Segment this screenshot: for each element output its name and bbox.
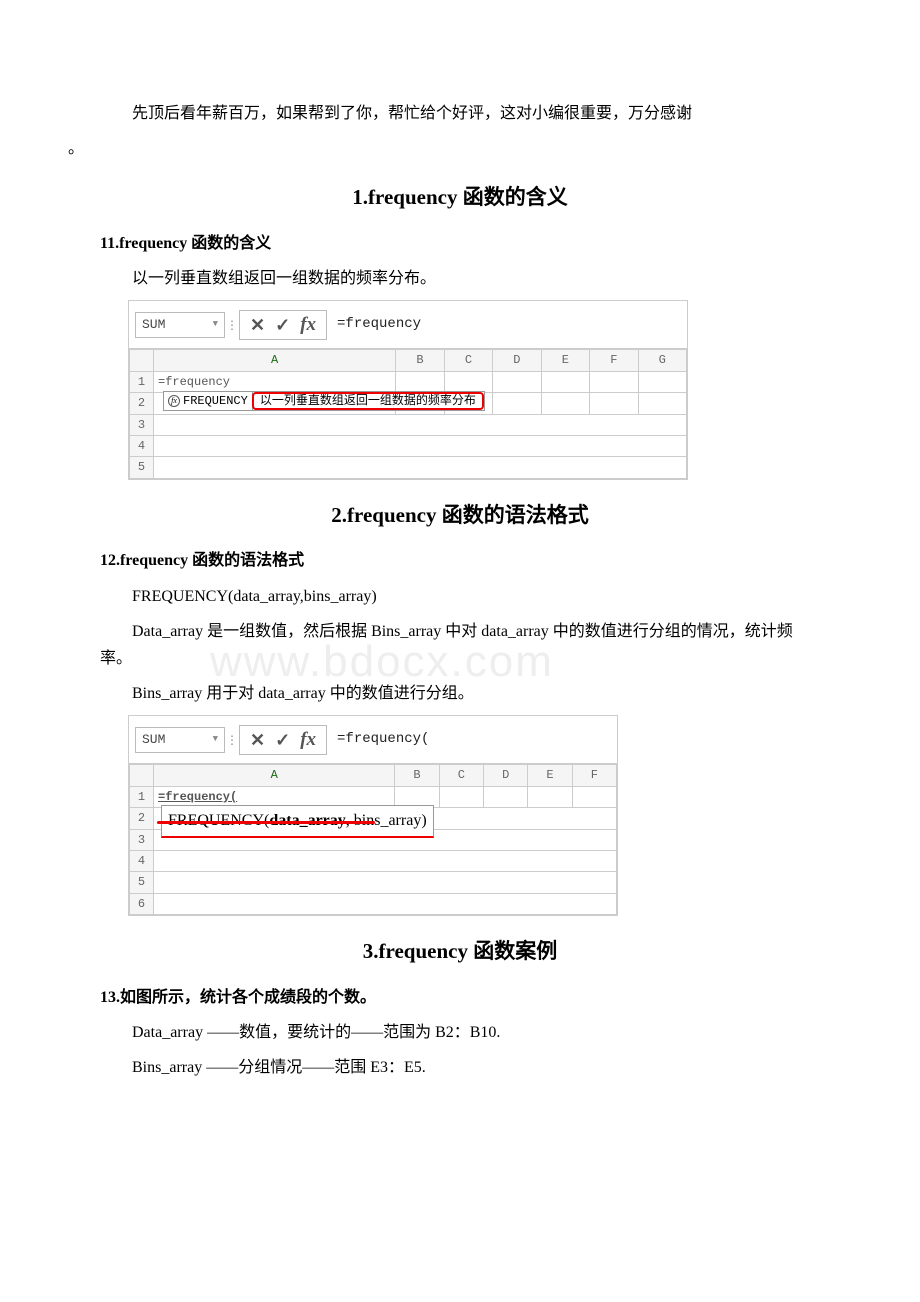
suggestion-item[interactable]: fx FREQUENCY bbox=[164, 392, 253, 410]
cell-A1[interactable]: =frequency bbox=[154, 371, 396, 392]
cell[interactable] bbox=[638, 371, 686, 392]
separator-icon: ⋮ bbox=[225, 730, 239, 750]
red-highlight bbox=[157, 821, 375, 824]
row-2[interactable]: 2 bbox=[130, 808, 154, 829]
section3-line1: Data_array ——数值，要统计的——范围为 B2：B10. bbox=[100, 1019, 820, 1046]
col-F[interactable]: F bbox=[590, 350, 638, 371]
section2-title: 2.frequency 函数的语法格式 bbox=[100, 498, 820, 534]
cell[interactable] bbox=[528, 786, 572, 807]
cell[interactable] bbox=[493, 371, 541, 392]
section1-desc: 以一列垂直数组返回一组数据的频率分布。 bbox=[100, 265, 820, 292]
cancel-icon[interactable]: ✕ bbox=[250, 310, 265, 341]
grid-corner bbox=[130, 350, 154, 371]
cell[interactable] bbox=[444, 371, 492, 392]
section1-subtitle: 11.frequency 函数的含义 bbox=[100, 230, 820, 257]
section2-desc1-text: Data_array 是一组数值，然后根据 Bins_array 中对 data… bbox=[100, 623, 793, 667]
section1-title: 1.frequency 函数的含义 bbox=[100, 180, 820, 216]
autocomplete-popup[interactable]: fx FREQUENCY 以一列垂直数组返回一组数据的频率分布 bbox=[163, 391, 485, 411]
section2-syntax: FREQUENCY(data_array,bins_array) bbox=[100, 583, 820, 610]
row-6[interactable]: 6 bbox=[130, 893, 154, 914]
col-A[interactable]: A bbox=[154, 350, 396, 371]
col-B[interactable]: B bbox=[396, 350, 444, 371]
grid-1: A B C D E F G 1 =frequency 2 3 4 5 bbox=[129, 349, 687, 478]
row-4[interactable]: 4 bbox=[130, 850, 154, 871]
formula-bar-2: SUM ▼ ⋮ ✕ ✓ fx =frequency( bbox=[129, 716, 617, 764]
name-box-text: SUM bbox=[142, 314, 165, 336]
cell[interactable] bbox=[439, 786, 483, 807]
name-box-2[interactable]: SUM ▼ bbox=[135, 727, 225, 753]
col-C[interactable]: C bbox=[439, 765, 483, 786]
accept-icon[interactable]: ✓ bbox=[275, 310, 290, 341]
section2-desc2: Bins_array 用于对 data_array 中的数值进行分组。 bbox=[100, 680, 820, 707]
cell[interactable] bbox=[154, 850, 617, 871]
row-3[interactable]: 3 bbox=[130, 829, 154, 850]
cell[interactable] bbox=[396, 371, 444, 392]
col-B[interactable]: B bbox=[395, 765, 439, 786]
figure-1: SUM ▼ ⋮ ✕ ✓ fx =frequency A B C D E F G … bbox=[128, 300, 688, 479]
fx-icon[interactable]: fx bbox=[300, 309, 316, 341]
col-G[interactable]: G bbox=[638, 350, 686, 371]
row-5[interactable]: 5 bbox=[130, 872, 154, 893]
col-F[interactable]: F bbox=[572, 765, 616, 786]
intro-paragraph: 先顶后看年薪百万，如果帮到了你，帮忙给个好评，这对小编很重要，万分感谢 bbox=[100, 100, 820, 127]
cell[interactable] bbox=[493, 393, 541, 414]
cancel-icon[interactable]: ✕ bbox=[250, 725, 265, 756]
section3-subtitle: 13.如图所示，统计各个成绩段的个数。 bbox=[100, 984, 820, 1011]
row-3[interactable]: 3 bbox=[130, 414, 154, 435]
cell[interactable] bbox=[590, 393, 638, 414]
grid-corner bbox=[130, 765, 154, 786]
dropdown-icon: ▼ bbox=[213, 732, 218, 747]
row-1[interactable]: 1 bbox=[130, 786, 154, 807]
formula-text-2: =frequency( bbox=[337, 728, 429, 752]
accept-icon[interactable]: ✓ bbox=[275, 725, 290, 756]
cell[interactable] bbox=[541, 371, 589, 392]
col-C[interactable]: C bbox=[444, 350, 492, 371]
separator-icon: ⋮ bbox=[225, 315, 239, 335]
grid-2: A B C D E F 1 =frequency( 2 3 4 5 6 bbox=[129, 764, 617, 915]
row-1[interactable]: 1 bbox=[130, 371, 154, 392]
col-E[interactable]: E bbox=[541, 350, 589, 371]
formula-bar: SUM ▼ ⋮ ✕ ✓ fx =frequency bbox=[129, 301, 687, 349]
cell[interactable] bbox=[541, 393, 589, 414]
cell[interactable] bbox=[154, 436, 687, 457]
cell[interactable] bbox=[154, 872, 617, 893]
col-E[interactable]: E bbox=[528, 765, 572, 786]
cell[interactable] bbox=[638, 393, 686, 414]
name-box-text-2: SUM bbox=[142, 729, 165, 751]
row-2[interactable]: 2 bbox=[130, 393, 154, 414]
row-5[interactable]: 5 bbox=[130, 457, 154, 478]
formula-controls-2: ✕ ✓ fx bbox=[239, 725, 327, 755]
cell[interactable] bbox=[484, 786, 528, 807]
fx-icon[interactable]: fx bbox=[300, 724, 316, 756]
dropdown-icon: ▼ bbox=[213, 317, 218, 332]
row-4[interactable]: 4 bbox=[130, 436, 154, 457]
cell[interactable] bbox=[154, 457, 687, 478]
figure-2: SUM ▼ ⋮ ✕ ✓ fx =frequency( A B C D E F 1… bbox=[128, 715, 618, 916]
suggestion-desc: 以一列垂直数组返回一组数据的频率分布 bbox=[252, 392, 484, 410]
section3-title: 3.frequency 函数案例 bbox=[100, 934, 820, 970]
name-box[interactable]: SUM ▼ bbox=[135, 312, 225, 338]
period-mark: 。 bbox=[68, 135, 788, 162]
section2-desc1: Data_array 是一组数值，然后根据 Bins_array 中对 data… bbox=[100, 618, 820, 672]
fx-small-icon: fx bbox=[168, 395, 180, 407]
col-D[interactable]: D bbox=[484, 765, 528, 786]
section3-line2: Bins_array ——分组情况——范围 E3：E5. bbox=[100, 1054, 820, 1081]
intro-text: 先顶后看年薪百万，如果帮到了你，帮忙给个好评，这对小编很重要，万分感谢 bbox=[132, 105, 692, 122]
col-A[interactable]: A bbox=[154, 765, 395, 786]
col-D[interactable]: D bbox=[493, 350, 541, 371]
cell[interactable] bbox=[572, 786, 616, 807]
formula-controls: ✕ ✓ fx bbox=[239, 310, 327, 340]
cell[interactable] bbox=[154, 893, 617, 914]
section2-subtitle: 12.frequency 函数的语法格式 bbox=[100, 547, 820, 574]
formula-text: =frequency bbox=[337, 313, 421, 337]
cell[interactable] bbox=[590, 371, 638, 392]
suggestion-name: FREQUENCY bbox=[183, 391, 248, 411]
cell[interactable] bbox=[154, 414, 687, 435]
